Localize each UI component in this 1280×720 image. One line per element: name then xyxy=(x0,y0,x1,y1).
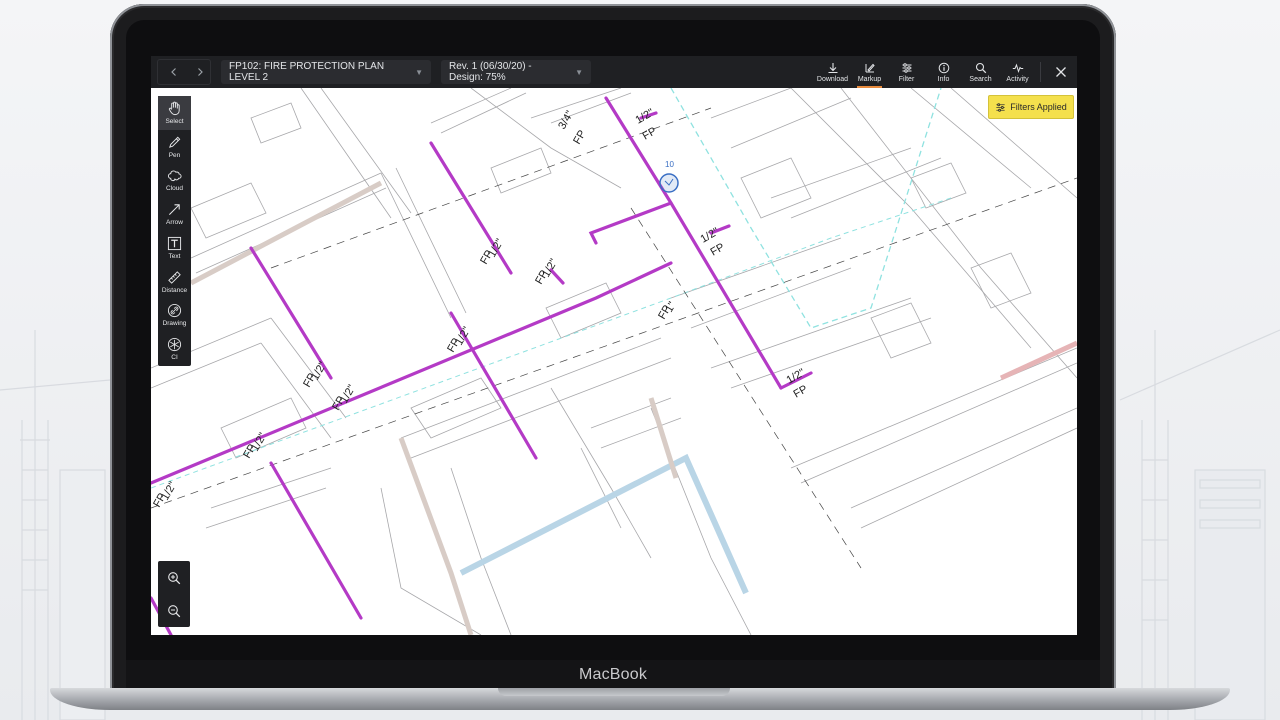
zoom-palette xyxy=(158,561,190,627)
tool-label: Text xyxy=(168,252,181,260)
sheet-select[interactable]: FP102: FIRE PROTECTION PLAN LEVEL 2 ▼ xyxy=(221,60,431,84)
revision-select[interactable]: Rev. 1 (06/30/20) - Design: 75% ▼ xyxy=(441,60,591,84)
filter-label: Filter xyxy=(898,75,915,83)
tool-drawing[interactable]: Drawing xyxy=(158,299,191,333)
info-button[interactable]: Info xyxy=(925,56,962,88)
viewer-toolbar: Download Markup Filter Info Search Activ… xyxy=(814,56,1077,88)
zoom-out-icon xyxy=(168,604,181,617)
tool-pen[interactable]: Pen xyxy=(158,130,191,164)
activity-icon xyxy=(1012,63,1023,73)
link-icon xyxy=(167,304,182,318)
activity-label: Activity xyxy=(1006,75,1029,83)
search-icon xyxy=(975,62,986,73)
search-button[interactable]: Search xyxy=(962,56,999,88)
markup-icon xyxy=(865,63,875,72)
tool-label: Arrow xyxy=(166,219,183,227)
zoom-in-icon xyxy=(168,571,181,584)
markup-label: Markup xyxy=(857,75,882,83)
tool-text[interactable]: Text xyxy=(158,231,191,265)
text-icon xyxy=(167,236,182,250)
download-button[interactable]: Download xyxy=(814,56,851,88)
caret-down-icon: ▼ xyxy=(415,67,423,77)
tool-label: Pen xyxy=(168,151,181,159)
arrow-icon xyxy=(168,204,180,216)
filters-applied-label: Filters Applied xyxy=(1010,102,1067,112)
filter-icon xyxy=(902,62,911,73)
info-label: Info xyxy=(937,75,950,83)
close-icon xyxy=(1056,67,1066,77)
laptop-chin: MacBook xyxy=(126,660,1100,690)
sheet-select-value: FP102: FIRE PROTECTION PLAN LEVEL 2 xyxy=(229,61,385,83)
filters-applied-button[interactable]: Filters Applied xyxy=(988,95,1074,119)
next-sheet-button[interactable] xyxy=(190,62,210,82)
close-viewer-button[interactable] xyxy=(1045,56,1077,88)
tool-distance[interactable]: Distance xyxy=(158,265,191,299)
ruler-icon xyxy=(168,270,181,284)
marker-number: 10 xyxy=(665,160,674,169)
zoom-out-button[interactable] xyxy=(158,594,190,627)
tool-label: Select xyxy=(165,117,184,125)
tool-cloud[interactable]: Cloud xyxy=(158,164,191,198)
pen-icon xyxy=(169,136,181,148)
tool-label: CI xyxy=(171,354,178,362)
laptop-brand-label: MacBook xyxy=(578,666,648,683)
filter-sliders-icon xyxy=(996,102,1005,112)
download-icon xyxy=(828,62,837,73)
cloud-icon xyxy=(167,170,182,182)
chevron-right-icon xyxy=(198,68,203,76)
tool-ci[interactable]: CI xyxy=(158,332,191,366)
markup-button[interactable]: Markup xyxy=(851,56,888,88)
tool-arrow[interactable]: Arrow xyxy=(158,197,191,231)
tool-label: Distance xyxy=(161,286,188,294)
markup-tool-palette: Select Pen Cloud Arrow Text Distance Dra… xyxy=(158,96,191,366)
zoom-in-button[interactable] xyxy=(158,561,190,594)
caret-down-icon: ▼ xyxy=(575,67,583,77)
laptop-notch xyxy=(498,688,730,696)
activity-button[interactable]: Activity xyxy=(999,56,1036,88)
revision-select-value: Rev. 1 (06/30/20) - Design: 75% xyxy=(449,61,532,83)
tool-select[interactable]: Select xyxy=(158,96,191,130)
viewer-topbar: FP102: FIRE PROTECTION PLAN LEVEL 2 ▼ Re… xyxy=(151,56,1077,88)
ci-icon xyxy=(167,338,182,352)
hand-icon xyxy=(168,101,180,115)
chevron-left-icon xyxy=(171,68,176,76)
filter-button[interactable]: Filter xyxy=(888,56,925,88)
prev-sheet-button[interactable] xyxy=(164,62,184,82)
tool-label: Drawing xyxy=(162,320,187,328)
info-icon xyxy=(938,62,949,73)
drawing-canvas[interactable]: 3/4" FP 1/2" FP 1/2" FP 1" FP 1/2" FP 1/… xyxy=(151,88,1077,635)
tool-label: Cloud xyxy=(166,185,183,193)
sheet-nav xyxy=(157,59,211,85)
search-label: Search xyxy=(969,75,992,83)
download-label: Download xyxy=(816,75,849,83)
app-screen: FP102: FIRE PROTECTION PLAN LEVEL 2 ▼ Re… xyxy=(151,56,1077,635)
toolbar-divider xyxy=(1040,62,1041,82)
